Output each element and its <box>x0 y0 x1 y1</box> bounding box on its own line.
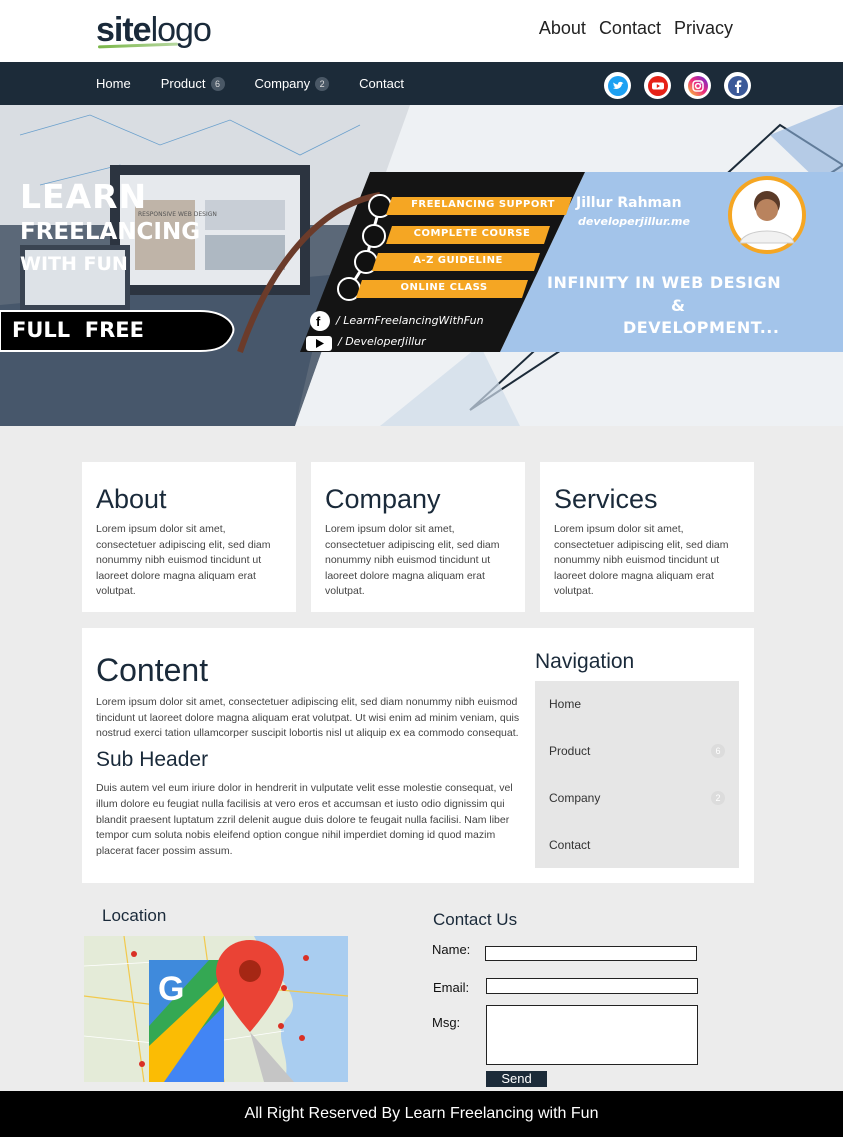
nav-item-label: Product <box>160 76 206 91</box>
top-link-contact[interactable]: Contact <box>599 18 661 39</box>
content-paragraph: Lorem ipsum dolor sit amet, consectetuer… <box>96 696 520 739</box>
footer: All Right Reserved By Learn Freelancing … <box>0 1091 843 1137</box>
hero-banner: f LEARN FREELANCING WITH FUN RESPONSIVE … <box>0 105 843 426</box>
card-text: Lorem ipsum dolor sit amet, consectetuer… <box>96 523 271 597</box>
company-card: Company Lorem ipsum dolor sit amet, cons… <box>311 462 525 612</box>
location-title: Location <box>102 906 167 925</box>
sidenav-item-product[interactable]: Product 6 <box>549 744 725 758</box>
name-field[interactable] <box>485 946 697 961</box>
content-title: Content <box>96 652 209 688</box>
name-label: Name: <box>432 942 471 957</box>
card-title: About <box>96 484 167 514</box>
sidenav-item-label: Contact <box>549 838 591 852</box>
sidenav-item-label: Home <box>549 697 582 711</box>
footer-text: All Right Reserved By Learn Freelancing … <box>244 1105 599 1122</box>
hero-line2: FREELANCING <box>20 219 201 245</box>
count-badge: 6 <box>711 744 725 758</box>
about-card: About Lorem ipsum dolor sit amet, consec… <box>82 462 296 612</box>
hero-site: developerjillur.me <box>578 215 690 228</box>
hero-tagline-1: INFINITY IN WEB DESIGN <box>547 273 782 292</box>
msg-label: Msg: <box>432 1015 461 1030</box>
top-links: About Contact Privacy <box>539 18 733 39</box>
nav-item-product[interactable]: Product 6 <box>161 76 225 91</box>
top-link-privacy[interactable]: Privacy <box>674 18 733 39</box>
message-textarea[interactable] <box>486 1005 698 1065</box>
count-badge: 2 <box>711 791 725 805</box>
sidenav-title: Navigation <box>535 650 635 673</box>
count-badge: 6 <box>210 76 225 91</box>
instagram-icon[interactable] <box>684 72 711 99</box>
site-logo[interactable]: sitelogo <box>96 10 212 50</box>
twitter-icon[interactable] <box>604 72 631 99</box>
sidenav-item-label: Company <box>549 791 601 805</box>
nav-item-label: Home <box>96 76 131 91</box>
social-links <box>604 72 751 99</box>
hero-tagline-amp: & <box>671 296 685 315</box>
card-text: Lorem ipsum dolor sit amet, consectetuer… <box>554 523 729 597</box>
count-badge: 2 <box>315 76 330 91</box>
nav-item-contact[interactable]: Contact <box>359 76 404 91</box>
location-map[interactable]: G <box>84 936 348 1082</box>
youtube-icon[interactable] <box>644 72 671 99</box>
email-label: Email: <box>433 980 470 995</box>
top-link-about[interactable]: About <box>539 18 586 39</box>
nav-item-company[interactable]: Company 2 <box>255 76 330 91</box>
navbar-links: Home Product 6 Company 2 Contact <box>96 62 404 105</box>
main-navbar: Home Product 6 Company 2 Contact <box>0 62 843 105</box>
google-maps-icon: G <box>84 936 348 1082</box>
hero-line3: WITH FUN <box>20 253 128 275</box>
hero-line1: LEARN <box>20 177 148 216</box>
sidenav-item-label: Product <box>549 744 591 758</box>
nav-item-home[interactable]: Home <box>96 76 131 91</box>
nav-item-label: Company <box>254 76 311 91</box>
hero-step-3: A-Z GUIDELINE <box>413 255 503 266</box>
svg-text:f: f <box>316 314 321 329</box>
send-button[interactable]: Send <box>486 1071 547 1087</box>
hero-step-2: COMPLETE COURSE <box>413 228 531 239</box>
contact-title: Contact Us <box>433 910 518 929</box>
email-field[interactable] <box>486 978 698 994</box>
content-subheader: Sub Header <box>96 748 209 771</box>
card-title: Company <box>325 484 441 514</box>
top-header: sitelogo About Contact Privacy <box>0 0 843 62</box>
hero-name: Jillur Rahman <box>576 195 682 211</box>
svg-text:G: G <box>158 970 184 1008</box>
hero-facebook-handle: / LearnFreelancingWithFun <box>336 314 484 327</box>
sidenav-item-company[interactable]: Company 2 <box>549 791 725 805</box>
services-card: Services Lorem ipsum dolor sit amet, con… <box>540 462 754 612</box>
hero-step-4: ONLINE CLASS <box>400 282 488 293</box>
hero-tagline-2: DEVELOPMENT... <box>623 318 780 337</box>
hero-screen-text: RESPONSIVE WEB DESIGN <box>138 211 217 218</box>
content-paragraph-2: Duis autem vel eum iriure dolor in hendr… <box>96 782 513 858</box>
nav-item-label: Contact <box>359 76 404 91</box>
hero-youtube-handle: / DeveloperJillur <box>338 335 426 348</box>
sidenav-item-home[interactable]: Home <box>549 697 725 711</box>
facebook-icon[interactable] <box>724 72 751 99</box>
hero-free-badge: FULL FREE <box>12 318 144 342</box>
side-navigation: Home Product 6 Company 2 Contact <box>535 681 739 868</box>
hero-step-1: FREELANCING SUPPORT <box>411 199 555 210</box>
card-title: Services <box>554 484 658 514</box>
content-panel: Content Lorem ipsum dolor sit amet, cons… <box>82 628 754 883</box>
sidenav-item-contact[interactable]: Contact <box>549 838 725 852</box>
card-text: Lorem ipsum dolor sit amet, consectetuer… <box>325 523 500 597</box>
